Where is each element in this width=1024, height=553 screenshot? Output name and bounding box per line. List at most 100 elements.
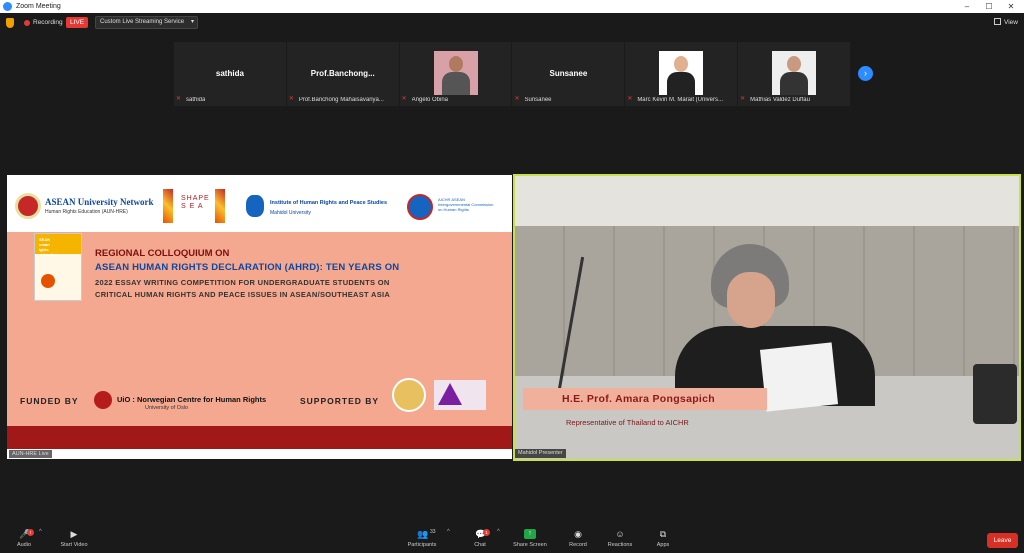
zoom-logo-icon	[3, 2, 12, 11]
participants-button[interactable]: 👥 33 Participants	[400, 529, 444, 553]
asean-network-subtitle: Human Rights Education (AUN-HRE)	[45, 209, 128, 215]
mic-muted-icon: ✕	[288, 96, 294, 102]
participant-tile[interactable]: ✕ Marc Kevin M. Marait (Univers...	[625, 42, 738, 106]
reactions-label: Reactions	[607, 542, 633, 548]
speaker-figure	[727, 272, 775, 328]
leave-button[interactable]: Leave	[987, 533, 1018, 548]
participant-strip: sathida ✕ sathida Prof.Banchong... ✕ Prof.…	[174, 42, 850, 106]
share-screen-icon: ↑	[524, 529, 536, 539]
smiley-plus-icon: ☺	[615, 529, 625, 539]
supporter-logo-icon	[434, 380, 486, 410]
participant-video-thumbnail	[433, 51, 478, 95]
participants-options-caret[interactable]: ^	[447, 529, 450, 535]
participant-tile[interactable]: ✕ Mathias Valdez Duffau	[738, 42, 850, 106]
speaker-role: Representative of Thailand to AICHR	[566, 418, 689, 427]
audio-alert-badge: !	[27, 529, 34, 536]
aichr-text: AICHR ASEAN Intergovernmental Commission…	[438, 197, 494, 212]
chevron-down-icon: ▾	[190, 19, 194, 25]
window-title: Zoom Meeting	[16, 3, 61, 10]
maximize-button[interactable]: ☐	[978, 0, 1000, 13]
mic-muted-icon: ✕	[740, 96, 746, 102]
streaming-service-dropdown[interactable]: Custom Live Streaming Service ▾	[95, 16, 198, 29]
title-bar: Zoom Meeting – ☐ ✕	[0, 0, 1024, 13]
shape-sea-text: SHAPE S E A	[181, 195, 210, 210]
participant-tile[interactable]: Sunsanee ✕ Sunsanee	[512, 42, 625, 106]
mic-muted-icon: ✕	[627, 96, 633, 102]
live-badge: LIVE	[66, 17, 89, 28]
shape-sea-logo-icon: SHAPE S E A	[163, 189, 227, 223]
participant-display-name: sathida	[215, 69, 244, 78]
reactions-button[interactable]: ☺ Reactions	[598, 529, 642, 553]
slide-footer-strip	[7, 449, 512, 459]
view-button[interactable]: View	[994, 18, 1018, 26]
next-page-arrow-icon[interactable]: ›	[858, 66, 873, 81]
shared-screen-owner-label: AUN-HRE Live	[9, 450, 52, 458]
participant-name: Marc Kevin M. Marait (Univers...	[637, 96, 723, 103]
record-label: Record	[569, 542, 587, 548]
shared-slide: ASEAN University Network Human Rights Ed…	[7, 175, 512, 459]
active-speaker-video[interactable]: H.E. Prof. Amara Pongsapich Representati…	[513, 174, 1021, 461]
slide-subtitle-line1: 2022 ESSAY WRITING COMPETITION FOR UNDER…	[95, 278, 390, 287]
institute-subtitle: Mahidol University	[270, 210, 311, 216]
participant-tile[interactable]: Prof.Banchong... ✕ Prof.Banchong Mahaisav…	[286, 42, 399, 106]
video-camera-off-icon: ▶	[70, 529, 78, 539]
participant-name: Mathias Valdez Duffau	[750, 96, 810, 103]
participant-name: Sunsanee	[524, 96, 552, 103]
chat-label: Chat	[474, 542, 486, 548]
participant-display-name: Sunsanee	[549, 69, 588, 78]
slide-footer-band	[7, 426, 512, 449]
start-video-button[interactable]: ▶ Start Video	[52, 529, 96, 553]
participants-icon: 👥	[417, 529, 429, 539]
chat-badge: 1	[483, 529, 490, 536]
view-label: View	[1004, 19, 1018, 26]
aichr-logo-icon	[407, 194, 433, 220]
record-icon: ◉	[574, 529, 582, 539]
mahidol-logo-icon	[246, 195, 264, 217]
participant-tile[interactable]: ✕ Angelo Obina	[399, 42, 512, 106]
uio-logo-icon	[94, 391, 112, 409]
chat-button[interactable]: 💬 1 Chat	[458, 529, 502, 553]
participant-name: Angelo Obina	[411, 96, 449, 103]
participant-video-thumbnail	[772, 51, 817, 95]
slide-logo-header: ASEAN University Network Human Rights Ed…	[7, 175, 512, 232]
apps-button[interactable]: ⧉ Apps	[641, 529, 685, 553]
chat-options-caret[interactable]: ^	[497, 529, 500, 535]
chair	[973, 364, 1017, 424]
speaker-video-label: Mahidol Presenter	[515, 449, 566, 458]
slide-title-line2: ASEAN HUMAN RIGHTS DECLARATION (AHRD): T…	[95, 262, 400, 273]
share-screen-button[interactable]: ↑ Share Screen	[508, 529, 552, 553]
start-video-label: Start Video	[60, 542, 88, 548]
recording-dot-icon	[24, 20, 30, 26]
mic-muted-icon: ✕	[176, 96, 182, 102]
paper-document	[759, 342, 839, 412]
security-shield-icon[interactable]	[6, 18, 14, 28]
participant-video-thumbnail	[659, 51, 704, 95]
grid-view-icon	[994, 18, 1002, 25]
funded-by-label: FUNDED BY	[20, 396, 79, 406]
participant-tile[interactable]: sathida ✕ sathida	[174, 42, 286, 106]
participants-count: 33	[430, 529, 436, 535]
slide-subtitle-line2: CRITICAL HUMAN RIGHTS AND PEACE ISSUES I…	[95, 290, 391, 299]
record-button[interactable]: ◉ Record	[556, 529, 600, 553]
asean-network-title: ASEAN University Network	[45, 197, 154, 207]
audio-options-caret[interactable]: ^	[39, 529, 42, 535]
speaker-name: H.E. Prof. Amara Pongsapich	[562, 393, 715, 405]
asean-logo-icon	[15, 193, 41, 219]
mic-muted-icon: ✕	[514, 96, 520, 102]
participants-label: Participants	[407, 542, 437, 548]
close-window-button[interactable]: ✕	[1000, 0, 1022, 13]
participant-display-name: Prof.Banchong...	[310, 69, 375, 78]
participant-name: Prof.Banchong Mahaisavariya...	[298, 96, 384, 103]
zoom-meeting-window: Zoom Meeting – ☐ ✕ Recording LIVE Custom…	[0, 0, 1024, 553]
uio-title: UiO : Norwegian Centre for Human Rights	[117, 395, 267, 404]
supported-by-label: SUPPORTED BY	[300, 396, 380, 406]
recording-label[interactable]: Recording	[33, 19, 63, 26]
participant-name: sathida	[186, 96, 206, 103]
apps-label: Apps	[656, 542, 670, 548]
meeting-top-bar: Recording LIVE Custom Live Streaming Ser…	[0, 13, 1024, 35]
minimize-button[interactable]: –	[956, 0, 978, 13]
streaming-service-value: Custom Live Streaming Service	[100, 19, 185, 25]
uio-subtitle: University of Oslo	[145, 405, 189, 411]
audio-label: Audio	[16, 542, 32, 548]
institute-title: Institute of Human Rights and Peace Stud…	[270, 200, 388, 206]
